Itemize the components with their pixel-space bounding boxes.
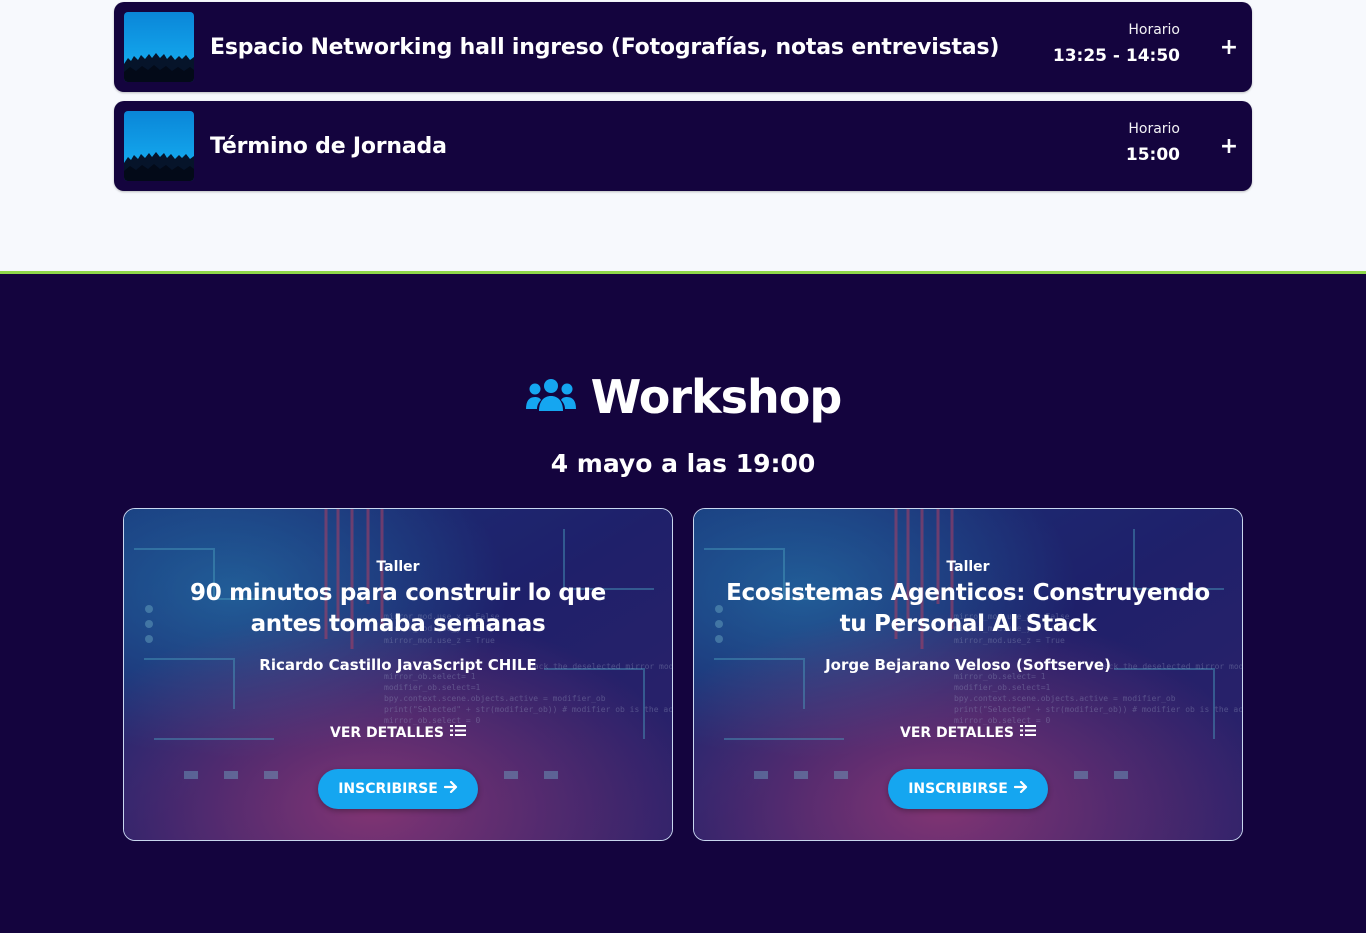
workshop-card: mirror_mod.use_x = False mirror_mod.use_… [693, 508, 1243, 841]
card-tag: Taller [376, 559, 420, 575]
register-button[interactable]: INSCRIBIRSE [318, 769, 478, 809]
register-button-label: INSCRIBIRSE [338, 781, 438, 797]
agenda-item-title: Espacio Networking hall ingreso (Fotogra… [210, 34, 1000, 60]
card-title: Ecosistemas Agenticos: Construyendo tu P… [726, 580, 1210, 637]
card-speaker: Jorge Bejarano Veloso (Softserve) [825, 656, 1111, 674]
list-icon [450, 724, 467, 741]
workshop-header: Workshop [0, 370, 1366, 424]
crowd-thumbnail [124, 111, 194, 181]
view-details-link[interactable]: VER DETALLES [694, 724, 1242, 741]
workshop-card-content: Taller Ecosistemas Agenticos: Construyen… [694, 509, 1242, 840]
register-button[interactable]: INSCRIBIRSE [888, 769, 1048, 809]
workshop-cards: mirror_mod.use_x = False mirror_mod.use_… [123, 508, 1243, 841]
users-icon [525, 377, 577, 417]
workshop-card: mirror_mod.use_x = False mirror_mod.use_… [123, 508, 673, 841]
agenda-item-title: Término de Jornada [210, 133, 447, 159]
agenda-item-time: Horario 15:00 [1126, 121, 1180, 165]
view-details-label: VER DETALLES [899, 724, 1015, 741]
card-tag: Taller [946, 559, 990, 575]
time-label: Horario [1128, 121, 1180, 137]
card-title: 90 minutos para construir lo que antes t… [190, 580, 606, 637]
agenda-item-time: Horario 13:25 - 14:50 [1053, 22, 1180, 66]
agenda-list: Espacio Networking hall ingreso (Fotogra… [114, 2, 1252, 200]
time-value: 13:25 - 14:50 [1052, 46, 1180, 66]
workshop-title: Workshop [590, 370, 843, 424]
card-speaker: Ricardo Castillo JavaScript CHILE [259, 656, 537, 674]
register-button-label: INSCRIBIRSE [908, 781, 1008, 797]
workshop-section: Workshop 4 mayo a las 19:00 mirror_mod.u… [0, 271, 1366, 933]
agenda-item[interactable]: Espacio Networking hall ingreso (Fotogra… [114, 2, 1252, 92]
agenda-item[interactable]: Término de Jornada Horario 15:00 + [114, 101, 1252, 191]
view-details-label: VER DETALLES [329, 724, 445, 741]
time-label: Horario [1128, 22, 1180, 38]
workshop-date: 4 mayo a las 19:00 [550, 449, 816, 478]
view-details-link[interactable]: VER DETALLES [124, 724, 672, 741]
time-value: 15:00 [1125, 145, 1180, 165]
workshop-card-content: Taller 90 minutos para construir lo que … [124, 509, 672, 840]
list-icon [1020, 724, 1037, 741]
arrow-right-icon [1013, 780, 1028, 797]
arrow-right-icon [443, 780, 458, 797]
expand-plus-icon[interactable]: + [1216, 33, 1242, 61]
expand-plus-icon[interactable]: + [1216, 132, 1242, 160]
crowd-thumbnail [124, 12, 194, 82]
